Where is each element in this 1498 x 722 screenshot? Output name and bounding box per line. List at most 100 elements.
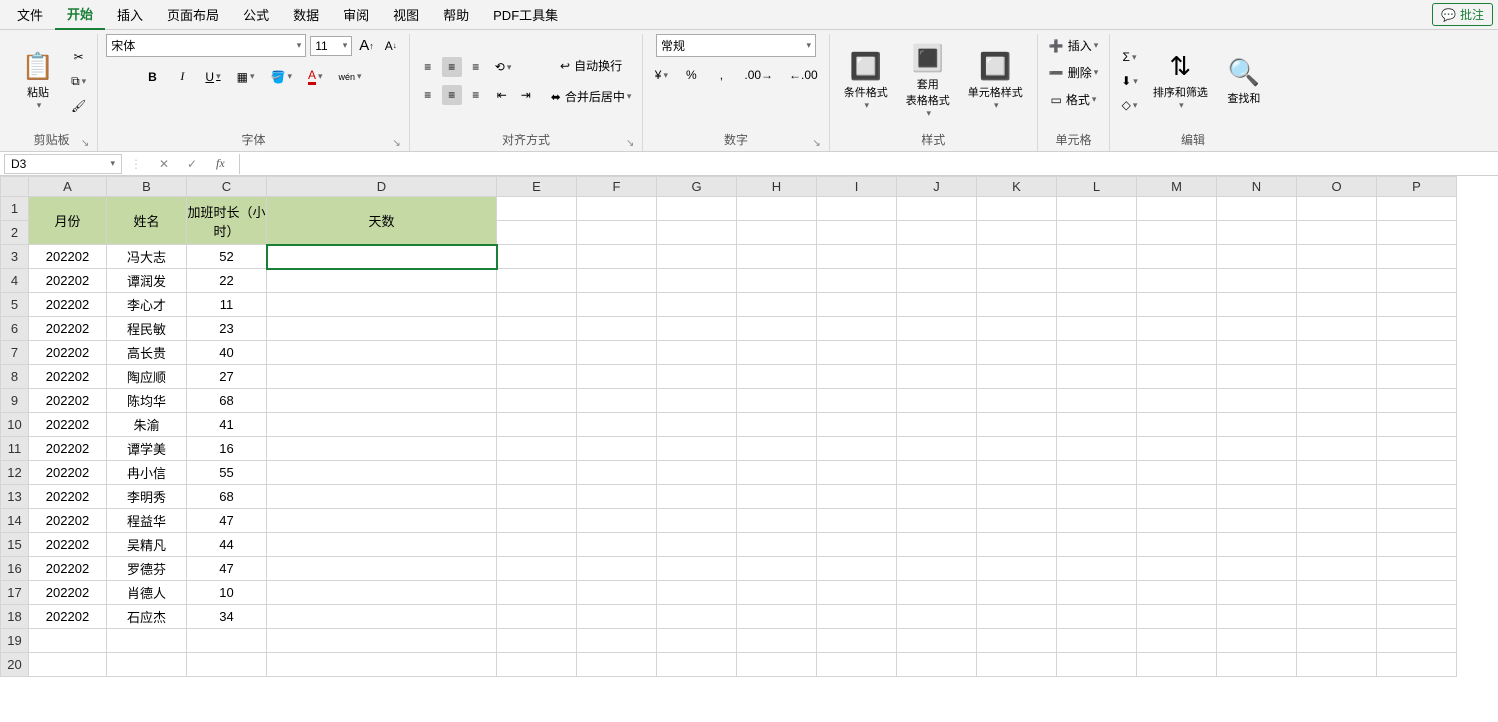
cell-C16[interactable]: 47 [187,557,267,581]
cell-J5[interactable] [897,293,977,317]
cell-H9[interactable] [737,389,817,413]
cell-P9[interactable] [1377,389,1457,413]
cell-J20[interactable] [897,653,977,677]
col-header-E[interactable]: E [497,177,577,197]
cell-F2[interactable] [577,221,657,245]
cell-N11[interactable] [1217,437,1297,461]
cell-J17[interactable] [897,581,977,605]
cell-N2[interactable] [1217,221,1297,245]
cell-L4[interactable] [1057,269,1137,293]
cell-M6[interactable] [1137,317,1217,341]
cell-O20[interactable] [1297,653,1377,677]
cell-O17[interactable] [1297,581,1377,605]
cell-F11[interactable] [577,437,657,461]
cell-C12[interactable]: 55 [187,461,267,485]
cell-N6[interactable] [1217,317,1297,341]
cell-G16[interactable] [657,557,737,581]
percent-button[interactable]: % [681,65,701,85]
cell-K7[interactable] [977,341,1057,365]
cell-E20[interactable] [497,653,577,677]
cell-D13[interactable] [267,485,497,509]
cell-K1[interactable] [977,197,1057,221]
cell-K2[interactable] [977,221,1057,245]
cell-H15[interactable] [737,533,817,557]
cell-L20[interactable] [1057,653,1137,677]
cell-E11[interactable] [497,437,577,461]
cell-G14[interactable] [657,509,737,533]
cell-A10[interactable]: 202202 [29,413,107,437]
cell-L6[interactable] [1057,317,1137,341]
cell-B13[interactable]: 李明秀 [107,485,187,509]
row-header-9[interactable]: 9 [1,389,29,413]
cell-M14[interactable] [1137,509,1217,533]
cell-P19[interactable] [1377,629,1457,653]
cell-O11[interactable] [1297,437,1377,461]
cell-J16[interactable] [897,557,977,581]
row-header-6[interactable]: 6 [1,317,29,341]
cell-L16[interactable] [1057,557,1137,581]
cell-E12[interactable] [497,461,577,485]
cell-L14[interactable] [1057,509,1137,533]
font-color-button[interactable]: A▾ [305,65,326,88]
cell-H11[interactable] [737,437,817,461]
cell-C8[interactable]: 27 [187,365,267,389]
increase-font-button[interactable]: A↑ [356,34,377,57]
row-header-17[interactable]: 17 [1,581,29,605]
cell-J4[interactable] [897,269,977,293]
cell-F15[interactable] [577,533,657,557]
cell-F1[interactable] [577,197,657,221]
cell-M12[interactable] [1137,461,1217,485]
cell-I17[interactable] [817,581,897,605]
row-header-2[interactable]: 2 [1,221,29,245]
cell-L1[interactable] [1057,197,1137,221]
cell-M18[interactable] [1137,605,1217,629]
cell-O10[interactable] [1297,413,1377,437]
row-header-8[interactable]: 8 [1,365,29,389]
cell-O4[interactable] [1297,269,1377,293]
conditional-format-button[interactable]: 🔲条件格式▾ [838,47,894,115]
cell-P7[interactable] [1377,341,1457,365]
cell-O7[interactable] [1297,341,1377,365]
cell-N12[interactable] [1217,461,1297,485]
cell-P6[interactable] [1377,317,1457,341]
cell-G7[interactable] [657,341,737,365]
cell-M1[interactable] [1137,197,1217,221]
cell-P5[interactable] [1377,293,1457,317]
cell-O15[interactable] [1297,533,1377,557]
cell-F7[interactable] [577,341,657,365]
cell-F13[interactable] [577,485,657,509]
cell-J6[interactable] [897,317,977,341]
cell-L3[interactable] [1057,245,1137,269]
cell-L19[interactable] [1057,629,1137,653]
cell-B18[interactable]: 石应杰 [107,605,187,629]
cell-M16[interactable] [1137,557,1217,581]
cell-D1[interactable]: 天数 [267,197,497,245]
cell-C5[interactable]: 11 [187,293,267,317]
cell-H20[interactable] [737,653,817,677]
menu-review[interactable]: 审阅 [331,0,381,29]
cell-L9[interactable] [1057,389,1137,413]
cell-K12[interactable] [977,461,1057,485]
cell-N9[interactable] [1217,389,1297,413]
cell-I7[interactable] [817,341,897,365]
col-header-L[interactable]: L [1057,177,1137,197]
cell-G12[interactable] [657,461,737,485]
cell-O19[interactable] [1297,629,1377,653]
cell-F10[interactable] [577,413,657,437]
merge-center-button[interactable]: ⬌合并后居中▾ [548,85,635,108]
cell-P14[interactable] [1377,509,1457,533]
cell-J1[interactable] [897,197,977,221]
cell-K17[interactable] [977,581,1057,605]
cell-L11[interactable] [1057,437,1137,461]
cell-style-button[interactable]: 🔲单元格样式▾ [962,47,1029,115]
cell-E17[interactable] [497,581,577,605]
cell-F14[interactable] [577,509,657,533]
col-header-P[interactable]: P [1377,177,1457,197]
cell-M10[interactable] [1137,413,1217,437]
decrease-font-button[interactable]: A↓ [381,36,401,56]
cell-O8[interactable] [1297,365,1377,389]
cell-K13[interactable] [977,485,1057,509]
cell-I15[interactable] [817,533,897,557]
cell-M17[interactable] [1137,581,1217,605]
cell-C1[interactable]: 加班时长（小时） [187,197,267,245]
